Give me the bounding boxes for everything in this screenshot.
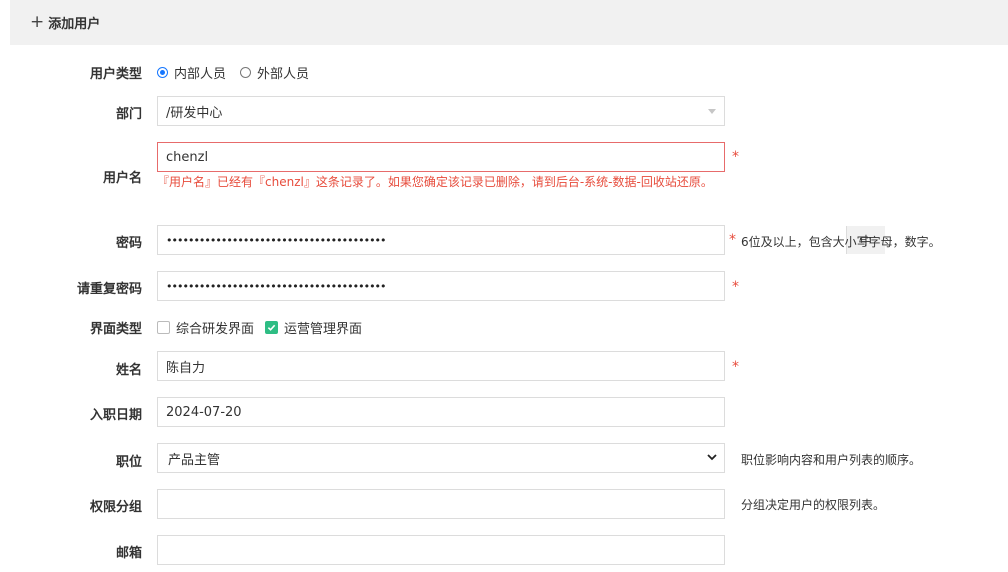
- join-date-label: 入职日期: [89, 408, 142, 423]
- password-mask: ••••••••••••••••••••••••••••••••••••••••: [166, 233, 387, 247]
- radio-unchecked-icon[interactable]: [240, 67, 251, 78]
- checkbox-checked-icon[interactable]: [265, 321, 278, 334]
- radio-external[interactable]: 外部人员: [240, 63, 309, 82]
- join-date-input[interactable]: 2024-07-20: [157, 397, 725, 427]
- role-select[interactable]: 产品主管: [157, 443, 725, 473]
- dept-value: /研发中心: [166, 105, 223, 121]
- caret-down-icon: [708, 109, 716, 114]
- radio-internal[interactable]: 内部人员: [157, 63, 226, 82]
- radio-external-label: 外部人员: [257, 67, 310, 82]
- dept-label: 部门: [115, 107, 142, 122]
- checkbox-ops-ui-label: 运营管理界面: [284, 322, 363, 337]
- radio-internal-label: 内部人员: [174, 67, 227, 82]
- page-title: 添加用户: [48, 17, 101, 32]
- repeat-password-input[interactable]: ••••••••••••••••••••••••••••••••••••••••: [157, 271, 725, 301]
- realname-value: 陈自力: [166, 360, 206, 376]
- username-input[interactable]: chenzl: [157, 142, 725, 172]
- required-mark: *: [729, 232, 736, 248]
- checkbox-rd-ui[interactable]: 综合研发界面: [157, 318, 254, 337]
- group-label: 权限分组: [89, 500, 142, 515]
- repeat-password-label: 请重复密码: [76, 282, 142, 297]
- checkbox-ops-ui[interactable]: 运营管理界面: [265, 318, 362, 337]
- checkbox-unchecked-icon[interactable]: [157, 321, 170, 334]
- repeat-password-mask: ••••••••••••••••••••••••••••••••••••••••: [166, 279, 387, 293]
- realname-input[interactable]: 陈自力: [157, 351, 725, 381]
- password-hint: 6位及以上，包含大小写字母，数字。: [741, 235, 941, 249]
- group-hint: 分组决定用户的权限列表。: [741, 498, 886, 512]
- group-input[interactable]: [157, 489, 725, 519]
- checkbox-rd-ui-label: 综合研发界面: [176, 322, 255, 337]
- ui-type-label: 界面类型: [89, 322, 142, 337]
- username-error: 『用户名』已经有『chenzl』这条记录了。如果您确定该记录已删除，请到后台-系…: [157, 175, 713, 189]
- user-type-label: 用户类型: [89, 67, 142, 82]
- email-label: 邮箱: [115, 546, 142, 561]
- username-label: 用户名: [102, 171, 142, 186]
- role-value: 产品主管: [168, 452, 221, 468]
- plus-icon: +: [30, 12, 45, 32]
- join-date-value: 2024-07-20: [166, 404, 242, 420]
- panel-header: + 添加用户: [10, 0, 1008, 45]
- role-label: 职位: [115, 455, 142, 470]
- dept-select[interactable]: /研发中心: [157, 96, 725, 126]
- radio-checked-icon[interactable]: [157, 67, 168, 78]
- required-mark: *: [732, 149, 739, 165]
- email-input[interactable]: [157, 535, 725, 565]
- required-mark: *: [732, 359, 739, 375]
- realname-label: 姓名: [115, 363, 142, 378]
- required-mark: *: [732, 279, 739, 295]
- password-label: 密码: [115, 236, 142, 251]
- password-input[interactable]: ••••••••••••••••••••••••••••••••••••••••…: [157, 225, 885, 255]
- chevron-down-icon: [707, 454, 717, 461]
- username-value: chenzl: [166, 149, 209, 165]
- role-hint: 职位影响内容和用户列表的顺序。: [741, 453, 922, 467]
